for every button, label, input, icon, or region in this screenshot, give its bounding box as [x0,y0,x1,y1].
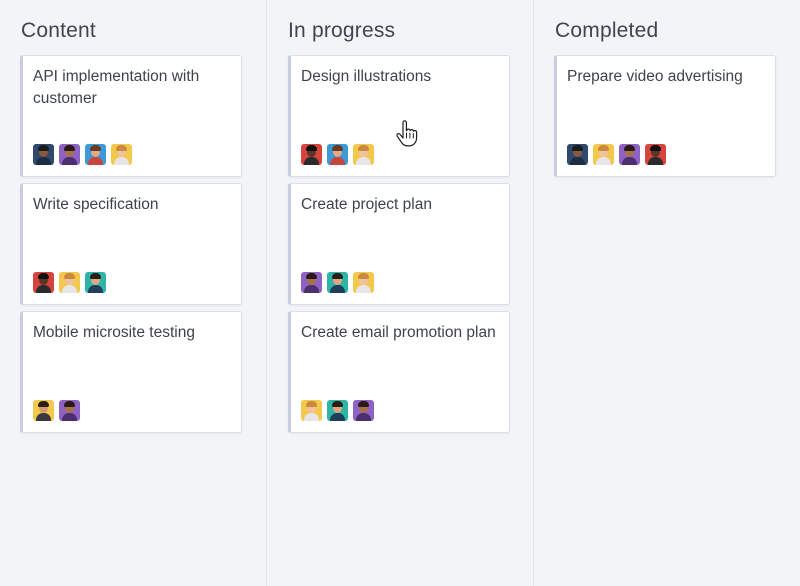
avatar-man-blue-icon [327,144,348,165]
avatar-man-dark-blue-icon [33,144,54,165]
avatar-woman-yellow-icon [111,144,132,165]
column-title: In progress [288,19,396,42]
avatar-man-teal-icon [327,272,348,293]
avatar-man-red-icon [645,144,666,165]
avatar-man-purple-icon [353,400,374,421]
task-card-create-project-plan[interactable]: Create project plan [288,183,510,305]
avatar-woman-yellow-icon [353,144,374,165]
task-card-prepare-video-advertising[interactable]: Prepare video advertising [554,55,776,177]
avatar-woman-yellow-icon [59,272,80,293]
task-card-design-illustrations[interactable]: Design illustrations [288,55,510,177]
hand-pointer-icon [396,120,418,147]
column-title: Completed [555,19,659,42]
assignee-avatars [567,144,666,165]
column-in-progress: In progress Design illustrations Create … [266,0,533,586]
column-title: Content [21,19,96,42]
assignee-avatars [301,272,374,293]
task-title: Design illustrations [301,68,432,85]
assignee-avatars [33,272,106,293]
assignee-avatars [301,400,374,421]
avatar-man-purple-icon [619,144,640,165]
task-card-mobile-microsite-testing[interactable]: Mobile microsite testing [20,311,242,433]
avatar-man-blue-icon [85,144,106,165]
task-title: API implementation with customer [33,68,200,107]
column-content: Content API implementation with customer… [0,0,266,586]
avatar-man-dark-blue-icon [567,144,588,165]
avatar-man-yellow-icon [33,400,54,421]
column-completed: Completed Prepare video advertising [533,0,800,586]
avatar-woman-yellow-icon [593,144,614,165]
kanban-board: Content API implementation with customer… [0,0,800,586]
avatar-man-purple-icon [301,272,322,293]
avatar-man-red-icon [33,272,54,293]
task-title: Prepare video advertising [567,68,743,85]
task-card-api-implementation[interactable]: API implementation with customer [20,55,242,177]
avatar-man-red-icon [301,144,322,165]
assignee-avatars [33,144,132,165]
avatar-woman-yellow-icon [353,272,374,293]
avatar-woman-yellow-icon [301,400,322,421]
task-title: Write specification [33,196,159,213]
task-title: Create email promotion plan [301,324,496,341]
task-card-write-specification[interactable]: Write specification [20,183,242,305]
avatar-man-teal-icon [85,272,106,293]
avatar-man-purple-icon [59,144,80,165]
assignee-avatars [301,144,374,165]
assignee-avatars [33,400,80,421]
avatar-man-teal-icon [327,400,348,421]
task-title: Mobile microsite testing [33,324,195,341]
task-card-create-email-promotion-plan[interactable]: Create email promotion plan [288,311,510,433]
task-title: Create project plan [301,196,432,213]
avatar-man-purple-icon [59,400,80,421]
